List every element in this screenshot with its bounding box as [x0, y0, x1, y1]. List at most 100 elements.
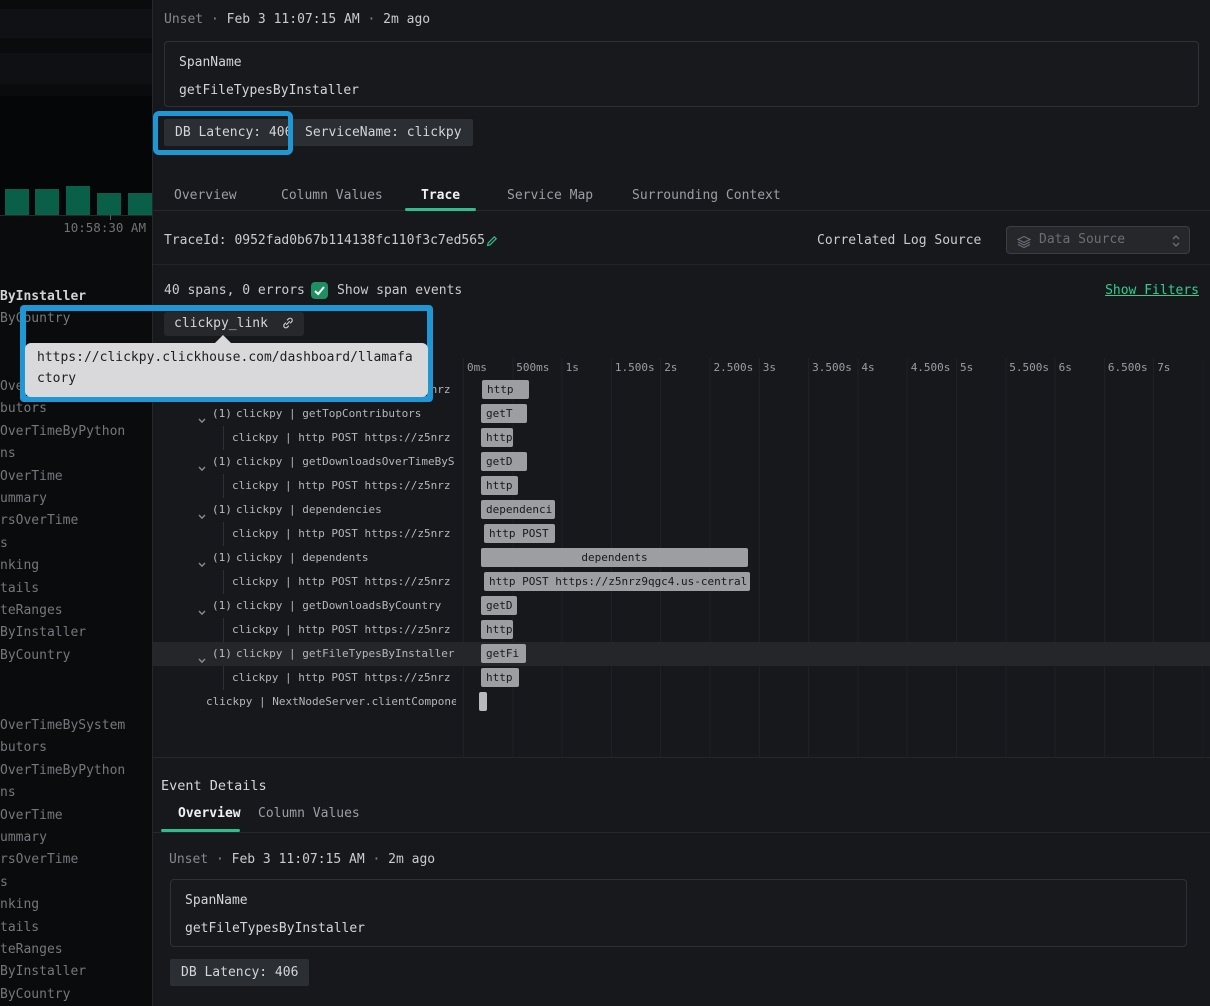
chevron-down-icon[interactable] [197, 506, 207, 522]
span-bar[interactable]: dependenci [481, 500, 555, 519]
chevron-down-icon[interactable] [197, 650, 207, 666]
sidebar-item[interactable]: ByCountry [0, 646, 152, 666]
sidebar-item[interactable]: ByInstaller [0, 287, 152, 307]
sidebar-item[interactable]: ummary [0, 489, 152, 509]
span-bar[interactable]: getT [481, 404, 527, 423]
sidebar-item[interactable]: ByInstaller [0, 623, 152, 643]
sidebar-item[interactable]: nking [0, 556, 152, 576]
sidebar-item[interactable]: rsOverTime [0, 850, 152, 870]
sidebar-item[interactable]: OverTimeBySystem [0, 716, 152, 736]
span-row-name: (1)clickpy | getDownloadsByCountry [153, 594, 456, 618]
sidebar-item[interactable]: butors [0, 738, 152, 758]
ed-db-latency-badge[interactable]: DB Latency: 406 [170, 959, 309, 986]
db-latency-badge[interactable]: DB Latency: 406 [164, 119, 303, 146]
tooltip-url-line1: https://clickpy.clickhouse.com/dashboard… [37, 350, 413, 365]
tab-column-values[interactable]: Column Values [281, 186, 383, 206]
span-bar[interactable]: getD [481, 596, 517, 615]
sidebar-item[interactable]: ByCountry [0, 309, 152, 329]
sidebar-item[interactable]: OverTime [0, 467, 152, 487]
tab-service-map[interactable]: Service Map [507, 186, 593, 206]
edit-pencil-icon[interactable] [485, 233, 499, 252]
span-bar[interactable]: dependents [481, 548, 748, 567]
span-bar[interactable]: getFi [481, 644, 526, 663]
span-row[interactable]: clickpy | NextNodeServer.clientCompone [153, 690, 1210, 714]
span-row[interactable]: clickpy | http POST https://z5nrzhttp [153, 474, 1210, 498]
span-row[interactable]: clickpy | http POST https://z5nrzhttp [153, 618, 1210, 642]
sidebar-item[interactable]: nking [0, 895, 152, 915]
ed-tab-overview[interactable]: Overview [178, 806, 241, 821]
sidebar-item[interactable]: tails [0, 579, 152, 599]
ed-event-timestamp: Feb 3 11:07:15 AM [232, 852, 365, 867]
axis-tick-label: 6.500s [1108, 361, 1148, 374]
divider [153, 264, 1210, 265]
show-span-events-checkbox[interactable] [311, 282, 328, 299]
sidebar-item[interactable]: ByCountry [0, 985, 152, 1005]
sidebar-item[interactable]: s [0, 534, 152, 554]
data-source-select[interactable]: Data Source [1006, 226, 1190, 254]
sidebar-item[interactable]: ummary [0, 828, 152, 848]
span-bar[interactable]: http [482, 380, 529, 399]
span-row-name: (1)clickpy | dependencies [153, 498, 456, 522]
axis-tick-label: 2s [664, 361, 677, 374]
chevron-down-icon[interactable] [197, 410, 207, 426]
service-name-badge[interactable]: ServiceName: clickpy [294, 119, 473, 146]
span-row[interactable]: clickpy | http POST https://z5nrzhttp PO… [153, 522, 1210, 546]
show-span-events-label[interactable]: Show span events [337, 283, 462, 298]
span-row[interactable]: (1)clickpy | dependencies dependenci [153, 498, 1210, 522]
sidebar-item[interactable]: OverTimeByPython [0, 761, 152, 781]
tab-surrounding-context[interactable]: Surrounding Context [632, 186, 781, 206]
chevron-down-icon[interactable] [197, 554, 207, 570]
tab-trace[interactable]: Trace [421, 186, 460, 206]
sidebar-item[interactable]: teRanges [0, 601, 152, 621]
span-row[interactable]: (1)clickpy | getTopContributors getT [153, 402, 1210, 426]
sidebar-item[interactable]: ns [0, 444, 152, 464]
span-row[interactable]: (1)clickpy | getDownloadsByCountry getD [153, 594, 1210, 618]
span-row[interactable]: clickpy | http POST https://z5nrz http [153, 666, 1210, 690]
event-details-title: Event Details [161, 778, 267, 794]
axis-tick-label: 3.500s [812, 361, 852, 374]
tree-guide-line [223, 570, 224, 594]
span-bar[interactable]: http [481, 620, 513, 639]
span-bar[interactable] [479, 692, 487, 711]
sidebar-item[interactable]: OverTimeByPython [0, 422, 152, 442]
span-row[interactable]: clickpy | http POST https://z5nrz http [153, 426, 1210, 450]
span-label: clickpy | NextNodeServer.clientCompone [206, 690, 456, 714]
clickpy-link-chip[interactable]: clickpy_link [164, 312, 304, 336]
span-bar[interactable]: getD [481, 452, 527, 471]
span-bar[interactable]: http [481, 668, 519, 687]
sidebar-item[interactable]: OverTime [0, 806, 152, 826]
chevron-down-icon[interactable] [197, 602, 207, 618]
tab-overview[interactable]: Overview [174, 186, 237, 206]
ed-event-meta-line: Unset · Feb 3 11:07:15 AM · 2m ago [169, 852, 435, 867]
span-bar[interactable]: http POST [484, 524, 555, 543]
span-row[interactable]: clickpy | http POST https://z5nrz http PO… [153, 570, 1210, 594]
span-name-card: SpanName getFileTypesByInstaller [164, 41, 1199, 107]
span-row[interactable]: (1)clickpy | getFileTypesByInstallergetF… [153, 642, 1210, 666]
trace-detail-panel: Unset · Feb 3 11:07:15 AM · 2m ago SpanN… [152, 0, 1210, 1006]
sidebar-item[interactable]: tails [0, 918, 152, 938]
chevron-down-icon[interactable] [197, 458, 207, 474]
axis-tick-label: 4s [861, 361, 874, 374]
span-label: clickpy | http POST https://z5nrz [232, 426, 451, 450]
axis-tick-label: 7s [1157, 361, 1170, 374]
app-window: 10:58:30 AM ByInstallerByCountryOverTime… [0, 0, 1210, 1006]
sidebar-item[interactable]: butors [0, 399, 152, 419]
span-bar[interactable]: http [481, 428, 513, 447]
sidebar-item[interactable]: teRanges [0, 940, 152, 960]
span-bar[interactable]: http POST https://z5nrz9qgc4.us-central [484, 572, 750, 591]
sidebar-item[interactable]: ByInstaller [0, 962, 152, 982]
sidebar-item[interactable]: rsOverTime [0, 511, 152, 531]
sidebar-item[interactable]: ns [0, 783, 152, 803]
span-bar[interactable]: http [481, 476, 518, 495]
span-row[interactable]: (1)clickpy | getDownloadsOverTimeBySgetD [153, 450, 1210, 474]
chart-time-label: 10:58:30 AM [0, 220, 146, 235]
divider [153, 757, 1210, 758]
span-row-name: (1)clickpy | getTopContributors [153, 402, 456, 426]
span-row-name: clickpy | http POST https://z5nrz [153, 570, 456, 594]
ed-tab-column-values[interactable]: Column Values [258, 806, 360, 821]
tabbar-border [153, 210, 1210, 211]
span-row-name: clickpy | http POST https://z5nrz [153, 666, 456, 690]
show-filters-link[interactable]: Show Filters [1105, 283, 1199, 298]
span-row[interactable]: (1)clickpy | dependentsdependents [153, 546, 1210, 570]
sidebar-item[interactable]: s [0, 873, 152, 893]
